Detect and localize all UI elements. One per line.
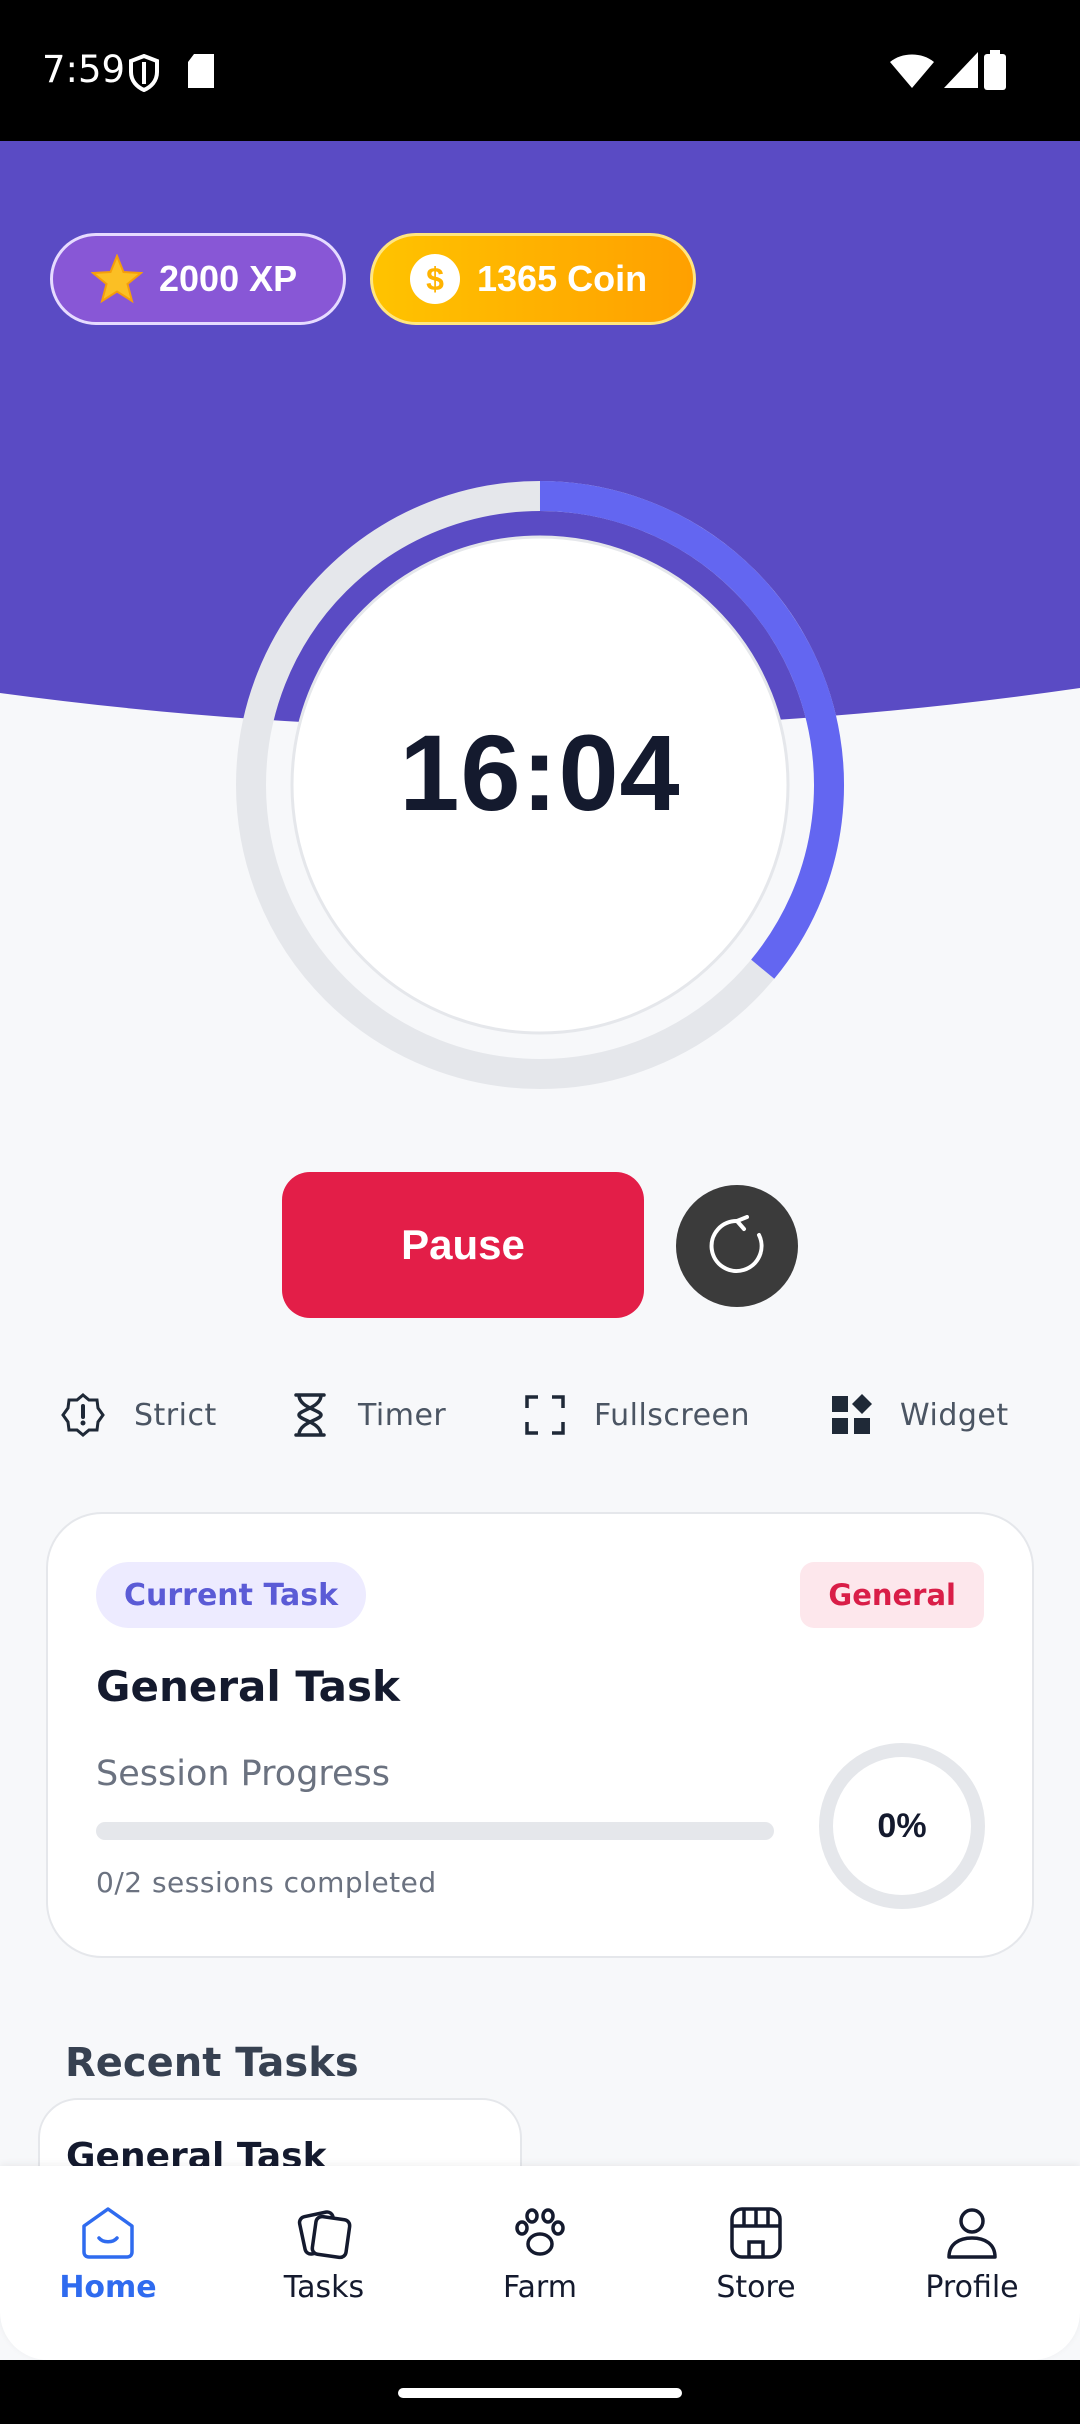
nav-farm[interactable]: Farm bbox=[450, 2206, 630, 2305]
wifi-icon bbox=[890, 54, 934, 88]
widget-label: Widget bbox=[900, 1397, 1009, 1433]
nav-tasks-label: Tasks bbox=[283, 2270, 365, 2305]
store-icon bbox=[730, 2207, 782, 2259]
xp-badge[interactable]: 2000 XP bbox=[50, 233, 346, 325]
recent-tasks-heading: Recent Tasks bbox=[65, 2040, 359, 2086]
task-title: General Task bbox=[96, 1662, 400, 1711]
strict-label: Strict bbox=[134, 1397, 217, 1433]
strict-option[interactable]: Strict bbox=[60, 1385, 217, 1445]
hourglass-icon bbox=[294, 1393, 326, 1437]
coin-label: 1365 Coin bbox=[477, 258, 648, 299]
shield-alert-icon bbox=[61, 1393, 105, 1437]
current-task-card[interactable]: Current Task General General Task Sessio… bbox=[46, 1512, 1034, 1958]
signal-icon bbox=[944, 52, 978, 88]
home-icon bbox=[82, 2207, 134, 2259]
svg-text:$: $ bbox=[426, 261, 444, 297]
home-indicator[interactable] bbox=[398, 2388, 682, 2398]
status-time: 7:59 bbox=[42, 48, 126, 91]
coin-icon: $ bbox=[410, 254, 460, 304]
timer-label: Timer bbox=[358, 1397, 447, 1433]
percent-text: 0% bbox=[877, 1806, 927, 1845]
battery-icon bbox=[984, 50, 1006, 90]
nav-store-label: Store bbox=[716, 2270, 796, 2305]
bottom-nav: Home Tasks Farm Store Profile bbox=[0, 2166, 1080, 2360]
session-progress-label: Session Progress bbox=[96, 1754, 391, 1794]
fullscreen-label: Fullscreen bbox=[594, 1397, 751, 1433]
nav-home[interactable]: Home bbox=[18, 2206, 198, 2305]
pause-button[interactable]: Pause bbox=[282, 1172, 644, 1318]
refresh-icon bbox=[709, 1215, 764, 1273]
xp-label: 2000 XP bbox=[159, 258, 298, 299]
category-chip: General bbox=[800, 1562, 984, 1628]
sd-card-icon bbox=[188, 54, 214, 88]
paw-icon bbox=[515, 2208, 565, 2256]
profile-icon bbox=[947, 2208, 997, 2259]
fullscreen-icon bbox=[525, 1395, 565, 1435]
reset-button[interactable] bbox=[676, 1185, 798, 1307]
status-bar: 7:59 bbox=[0, 0, 1080, 141]
current-task-chip: Current Task bbox=[96, 1562, 367, 1628]
nav-profile-label: Profile bbox=[925, 2270, 1019, 2305]
sessions-completed-text: 0/2 sessions completed bbox=[96, 1866, 437, 1899]
nav-tasks[interactable]: Tasks bbox=[234, 2206, 414, 2305]
nav-home-label: Home bbox=[59, 2270, 157, 2305]
nav-farm-label: Farm bbox=[503, 2270, 577, 2305]
fullscreen-option[interactable]: Fullscreen bbox=[524, 1385, 750, 1445]
vpn-shield-icon bbox=[129, 54, 159, 92]
session-progress-bar bbox=[96, 1822, 774, 1840]
timer-option[interactable]: Timer bbox=[290, 1385, 446, 1445]
widget-option[interactable]: Widget bbox=[830, 1385, 1009, 1445]
widgets-icon bbox=[832, 1394, 872, 1434]
nav-store[interactable]: Store bbox=[666, 2206, 846, 2305]
tasks-icon bbox=[297, 2210, 352, 2260]
coin-badge[interactable]: $ 1365 Coin bbox=[370, 233, 696, 325]
star-icon bbox=[91, 254, 143, 304]
timer-display: 16:04 bbox=[399, 712, 681, 833]
nav-profile[interactable]: Profile bbox=[882, 2206, 1062, 2305]
